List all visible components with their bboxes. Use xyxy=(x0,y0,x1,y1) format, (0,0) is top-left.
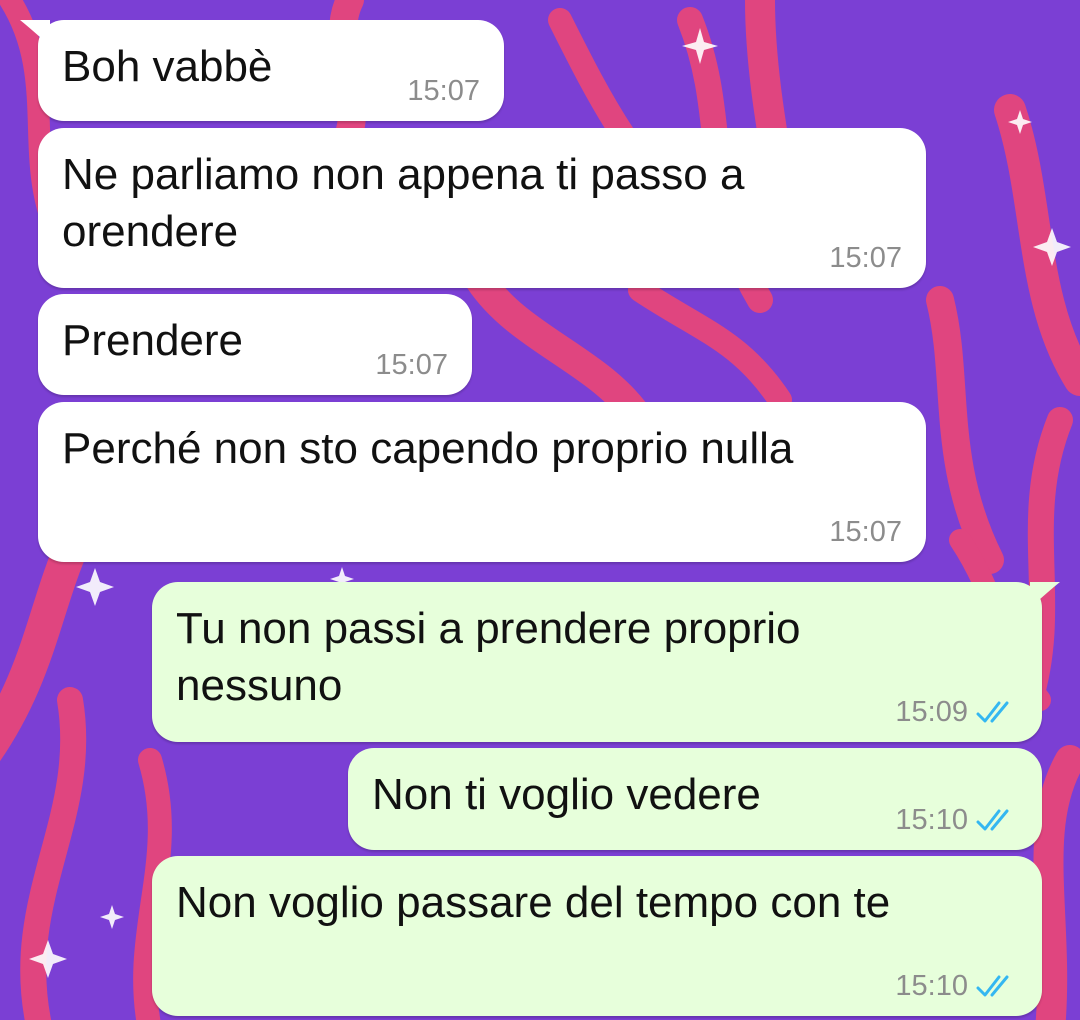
double-check-read-icon xyxy=(976,975,1009,997)
message-meta: 15:10 xyxy=(895,970,1018,1002)
incoming-message[interactable]: Prendere 15:07 xyxy=(38,294,472,395)
message-time: 15:07 xyxy=(407,75,480,107)
message-text: Non ti voglio vedere xyxy=(372,770,761,819)
outgoing-message[interactable]: Non ti voglio vedere 15:10 xyxy=(348,748,1042,850)
incoming-message[interactable]: Ne parliamo non appena ti passo a orende… xyxy=(38,128,926,288)
message-meta: 15:10 xyxy=(895,804,1018,836)
message-time: 15:07 xyxy=(829,516,902,548)
double-check-read-icon xyxy=(976,701,1009,723)
message-meta: 15:07 xyxy=(829,242,902,274)
message-text: Prendere xyxy=(62,316,244,365)
message-time: 15:07 xyxy=(375,349,448,381)
incoming-message[interactable]: Boh vabbè 15:07 xyxy=(20,20,504,121)
outgoing-message[interactable]: Non voglio passare del tempo con te 15:1… xyxy=(152,856,1042,1016)
double-check-read-icon xyxy=(976,809,1009,831)
outgoing-message[interactable]: Tu non passi a prendere proprio nessuno … xyxy=(152,582,1060,742)
incoming-message[interactable]: Perché non sto capendo proprio nulla 15:… xyxy=(38,402,926,562)
message-time: 15:07 xyxy=(829,242,902,274)
message-text: Tu non passi a prendere proprio nessuno xyxy=(176,604,801,710)
message-text: Perché non sto capendo proprio nulla xyxy=(62,424,794,473)
message-meta: 15:07 xyxy=(375,349,448,381)
message-time: 15:10 xyxy=(895,970,968,1002)
message-text: Non voglio passare del tempo con te xyxy=(176,878,891,927)
message-text: Ne parliamo non appena ti passo a orende… xyxy=(62,150,745,256)
message-meta: 15:07 xyxy=(829,516,902,548)
message-text: Boh vabbè xyxy=(62,42,273,91)
bubble-tail xyxy=(20,20,50,46)
message-time: 15:10 xyxy=(895,804,968,836)
bubble-tail xyxy=(1030,582,1060,608)
message-time: 15:09 xyxy=(895,696,968,728)
message-meta: 15:09 xyxy=(895,696,1018,728)
message-meta: 15:07 xyxy=(407,75,480,107)
chat-conversation: Boh vabbè 15:07 Ne parliamo non appena t… xyxy=(0,0,1080,1020)
